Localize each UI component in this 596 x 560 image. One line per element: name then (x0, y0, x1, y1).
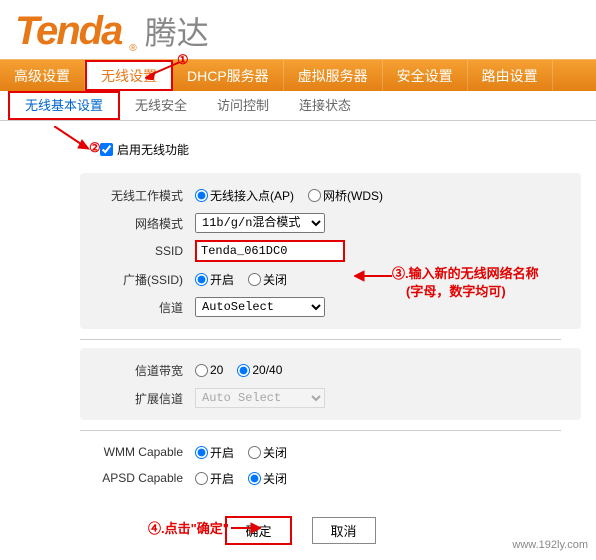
enable-wireless-row: 启用无线功能 (100, 141, 581, 158)
work-mode-ap[interactable]: 无线接入点(AP) (195, 187, 294, 204)
wmm-on[interactable]: 开启 (195, 444, 234, 461)
form-section-1: 无线工作模式 无线接入点(AP) 网桥(WDS) 网络模式 11b/g/n混合模… (80, 173, 581, 329)
nav-routing[interactable]: 路由设置 (468, 60, 553, 91)
logo-registered: ® (129, 43, 136, 54)
broadcast-on[interactable]: 开启 (195, 271, 234, 288)
broadcast-off[interactable]: 关闭 (248, 271, 287, 288)
nav-wireless[interactable]: 无线设置 (85, 60, 173, 91)
broadcast-label: 广播(SSID) (90, 271, 195, 288)
subnav-access[interactable]: 访问控制 (202, 91, 284, 120)
wmm-row: WMM Capable 开启 关闭 (80, 439, 581, 465)
ssid-input[interactable] (195, 240, 345, 262)
subnav-security[interactable]: 无线安全 (120, 91, 202, 120)
apsd-off[interactable]: 关闭 (248, 470, 287, 487)
wmm-label: WMM Capable (90, 445, 195, 459)
enable-wireless-label: 启用无线功能 (117, 141, 189, 158)
logo-bar: Tenda ® 腾达 (0, 0, 596, 59)
subnav-basic[interactable]: 无线基本设置 (8, 91, 120, 120)
button-row: 确定 取消 (20, 516, 581, 545)
channel-label: 信道 (90, 299, 195, 316)
channel-width-2040[interactable]: 20/40 (237, 363, 282, 377)
logo-brand-cn: 腾达 (145, 8, 209, 54)
enable-wireless-checkbox[interactable] (100, 143, 113, 156)
network-mode-label: 网络模式 (90, 215, 195, 232)
nav-security[interactable]: 安全设置 (383, 60, 468, 91)
channel-width-label: 信道带宽 (90, 362, 195, 379)
nav-advanced[interactable]: 高级设置 (0, 60, 85, 91)
nav-dhcp[interactable]: DHCP服务器 (173, 60, 284, 91)
divider-2 (80, 430, 561, 431)
sub-nav: 无线基本设置 无线安全 访问控制 连接状态 (0, 91, 596, 121)
apsd-row: APSD Capable 开启 关闭 (80, 465, 581, 491)
apsd-on[interactable]: 开启 (195, 470, 234, 487)
ssid-label: SSID (90, 244, 195, 258)
work-mode-wds[interactable]: 网桥(WDS) (308, 187, 383, 204)
work-mode-label: 无线工作模式 (90, 187, 195, 204)
form-section-2: 信道带宽 20 20/40 扩展信道 Auto Select (80, 348, 581, 420)
content-area: 启用无线功能 无线工作模式 无线接入点(AP) 网桥(WDS) 网络模式 11b… (0, 121, 596, 560)
channel-width-20[interactable]: 20 (195, 363, 223, 377)
cancel-button[interactable]: 取消 (312, 517, 376, 544)
subnav-status[interactable]: 连接状态 (284, 91, 366, 120)
logo-brand-en: Tenda (15, 9, 121, 54)
nav-virtual-server[interactable]: 虚拟服务器 (284, 60, 383, 91)
ext-channel-select: Auto Select (195, 388, 325, 408)
channel-select[interactable]: AutoSelect (195, 297, 325, 317)
watermark: www.192ly.com (512, 539, 588, 551)
ok-button[interactable]: 确定 (225, 516, 291, 545)
wmm-off[interactable]: 关闭 (248, 444, 287, 461)
main-nav: 高级设置 无线设置 DHCP服务器 虚拟服务器 安全设置 路由设置 (0, 59, 596, 91)
apsd-label: APSD Capable (90, 471, 195, 485)
network-mode-select[interactable]: 11b/g/n混合模式 (195, 213, 325, 233)
divider-1 (80, 339, 561, 340)
ext-channel-label: 扩展信道 (90, 390, 195, 407)
